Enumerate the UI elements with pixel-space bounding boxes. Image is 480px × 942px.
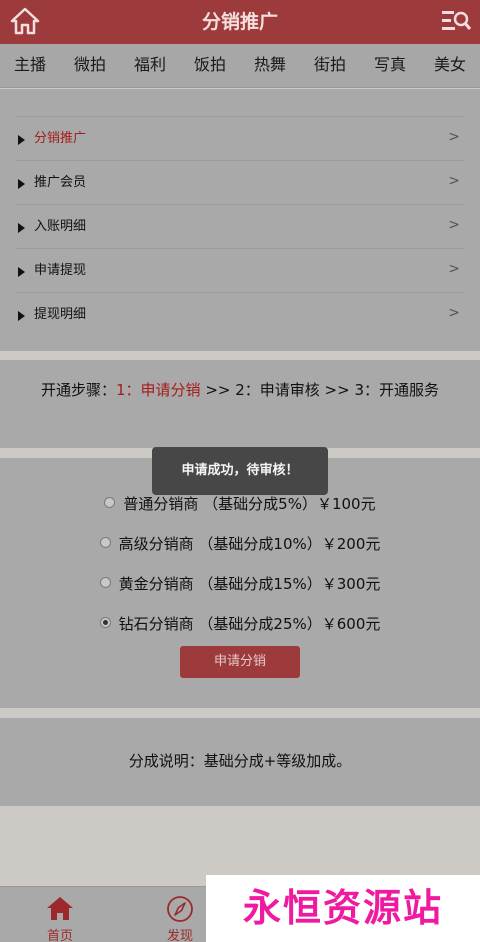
nav-item-jiepai[interactable]: 街拍 xyxy=(300,44,360,87)
option-label: 黄金分销商 （基础分成15%）￥300元 xyxy=(118,575,381,593)
option-normal[interactable]: 普通分销商 （基础分成5%）￥100元 xyxy=(0,492,480,516)
step-separator: >> xyxy=(319,381,355,399)
menu-item-label: 入账明细 xyxy=(34,219,87,234)
triangle-right-icon xyxy=(18,135,25,145)
nav-item-xiezhen[interactable]: 写真 xyxy=(360,44,420,87)
search-menu-icon[interactable] xyxy=(440,7,472,35)
nav-item-zhubo[interactable]: 主播 xyxy=(0,44,60,87)
commission-note: 分成说明：基础分成+等级加成。 xyxy=(0,718,480,806)
activation-steps: 开通步骤：1：申请分销 >> 2：申请审核 >> 3：开通服务 xyxy=(0,360,480,448)
option-advanced[interactable]: 高级分销商 （基础分成10%）￥200元 xyxy=(0,532,480,556)
menu-item-label: 推广会员 xyxy=(34,175,87,190)
option-label: 普通分销商 （基础分成5%）￥100元 xyxy=(123,495,376,513)
top-header: 分销推广 xyxy=(0,0,480,44)
level-options: 普通分销商 （基础分成5%）￥100元 高级分销商 （基础分成10%）￥200元… xyxy=(0,458,480,708)
step-activate: 3：开通服务 xyxy=(354,381,440,399)
menu-item-label: 提现明细 xyxy=(34,307,87,322)
chevron-right-icon: > xyxy=(448,173,460,189)
distribution-menu: 分销推广 > 推广会员 > 入账明细 > 申请提现 > 提现明细 > xyxy=(0,89,480,351)
steps-text: 开通步骤：1：申请分销 >> 2：申请审核 >> 3：开通服务 xyxy=(36,378,444,402)
note-text: 分成说明：基础分成+等级加成。 xyxy=(128,752,352,770)
radio-button[interactable] xyxy=(99,537,111,548)
nav-item-fuli[interactable]: 福利 xyxy=(120,44,180,87)
triangle-right-icon xyxy=(18,311,25,321)
steps-prefix: 开通步骤： xyxy=(40,381,116,399)
step-separator: >> xyxy=(200,381,236,399)
category-nav: 主播 微拍 福利 饭拍 热舞 街拍 写真 美女 xyxy=(0,44,480,88)
compass-icon xyxy=(167,896,193,922)
step-current: 1：申请分销 xyxy=(116,381,201,399)
menu-item-withdraw-detail[interactable]: 提现明细 > xyxy=(16,292,464,336)
triangle-right-icon xyxy=(18,267,25,277)
toast-message: 申请成功，待审核！ xyxy=(152,447,328,495)
watermark-text: 永恒资源站 xyxy=(242,886,443,930)
nav-item-rewu[interactable]: 热舞 xyxy=(240,44,300,87)
tab-discover[interactable]: 发现 xyxy=(150,887,210,942)
tab-home[interactable]: 首页 xyxy=(30,887,90,942)
menu-item-label: 分销推广 xyxy=(34,131,87,146)
option-diamond[interactable]: 钻石分销商 （基础分成25%）￥600元 xyxy=(0,612,480,636)
triangle-right-icon xyxy=(18,179,25,189)
radio-button-selected[interactable] xyxy=(99,617,111,628)
nav-item-weipai[interactable]: 微拍 xyxy=(60,44,120,87)
nav-item-fanpai[interactable]: 饭拍 xyxy=(180,44,240,87)
step-review: 2：申请审核 xyxy=(235,381,320,399)
tab-label: 首页 xyxy=(46,929,73,942)
page-title: 分销推广 xyxy=(201,11,278,33)
chevron-right-icon: > xyxy=(448,261,460,277)
watermark-logo: 永恒资源站 xyxy=(206,875,480,942)
radio-button[interactable] xyxy=(99,577,111,588)
option-label: 钻石分销商 （基础分成25%）￥600元 xyxy=(118,615,381,633)
menu-item-income[interactable]: 入账明细 > xyxy=(16,204,464,248)
menu-item-label: 申请提现 xyxy=(34,263,87,278)
chevron-right-icon: > xyxy=(448,217,460,233)
option-label: 高级分销商 （基础分成10%）￥200元 xyxy=(118,535,381,553)
tab-label: 发现 xyxy=(166,929,193,942)
apply-distribution-button[interactable]: 申请分销 xyxy=(180,646,300,678)
menu-item-withdraw[interactable]: 申请提现 > xyxy=(16,248,464,292)
nav-item-meinv[interactable]: 美女 xyxy=(420,44,480,87)
triangle-right-icon xyxy=(18,223,25,233)
chevron-right-icon: > xyxy=(448,305,460,321)
menu-item-members[interactable]: 推广会员 > xyxy=(16,160,464,204)
chevron-right-icon: > xyxy=(448,129,460,145)
home-icon xyxy=(47,897,73,920)
menu-item-distribution[interactable]: 分销推广 > xyxy=(16,116,464,160)
radio-button[interactable] xyxy=(104,497,116,508)
option-gold[interactable]: 黄金分销商 （基础分成15%）￥300元 xyxy=(0,572,480,596)
